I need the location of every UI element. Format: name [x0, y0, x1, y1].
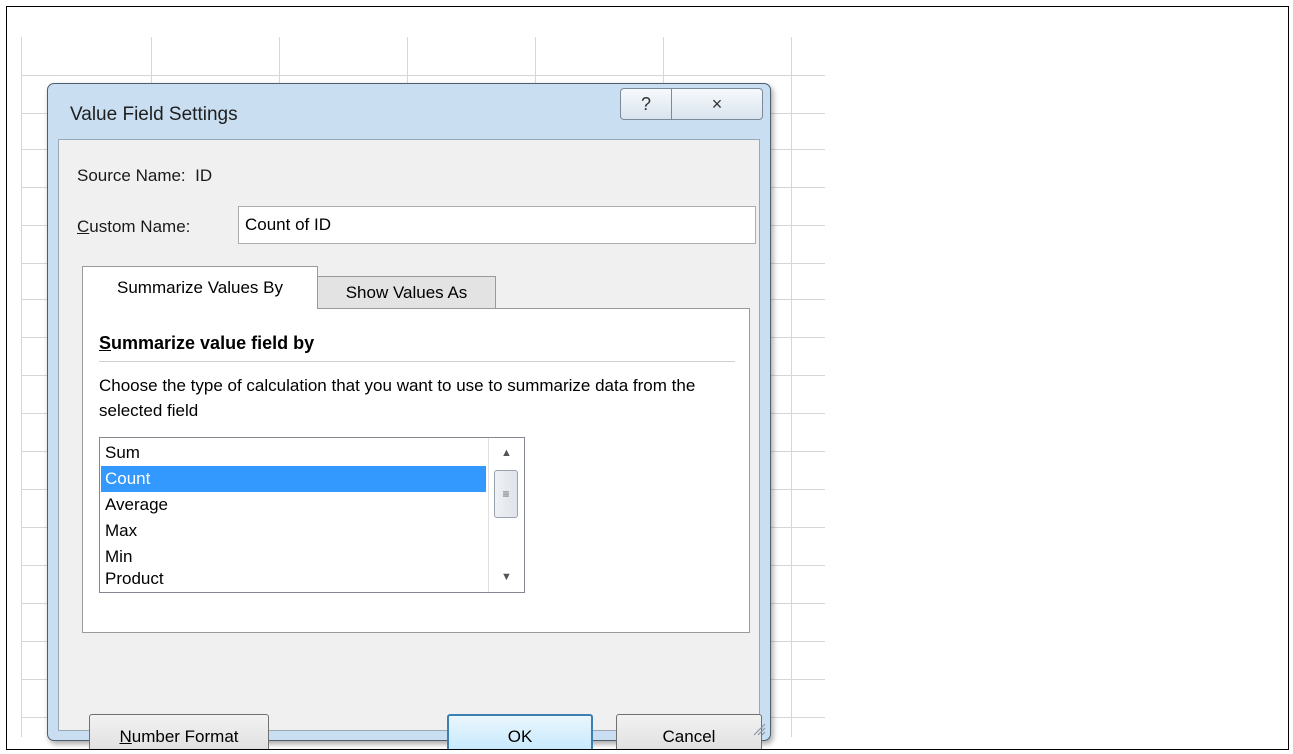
cancel-button[interactable]: Cancel	[616, 714, 762, 749]
list-item-product[interactable]: Product	[101, 566, 486, 592]
number-format-button[interactable]: Number Format	[89, 714, 269, 749]
calculation-listbox[interactable]: Sum Count Average Max Min Product ▲ ≡ ▼	[99, 437, 525, 593]
ok-button[interactable]: OK	[447, 714, 593, 749]
source-name-row: Source Name: ID	[77, 166, 212, 186]
dialog-title: Value Field Settings	[70, 104, 238, 125]
close-icon: ×	[711, 93, 723, 114]
source-name-label: Source Name:	[77, 166, 186, 185]
section-divider	[99, 361, 735, 362]
list-item-average[interactable]: Average	[101, 492, 486, 518]
resize-grip-icon[interactable]	[752, 722, 766, 736]
dialog-body: Source Name: ID Custom Name: Summarize V…	[58, 139, 762, 749]
scroll-up-icon[interactable]: ▲	[489, 440, 524, 466]
list-item-max[interactable]: Max	[101, 518, 486, 544]
scroll-thumb[interactable]: ≡	[494, 470, 518, 518]
scroll-down-icon[interactable]: ▼	[489, 564, 524, 590]
help-icon: ?	[640, 93, 651, 114]
listbox-scrollbar[interactable]: ▲ ≡ ▼	[488, 438, 524, 592]
source-name-value: ID	[195, 166, 213, 185]
tab-show-values-as[interactable]: Show Values As	[317, 276, 496, 309]
custom-name-input[interactable]	[238, 206, 756, 244]
tab-summarize-values-by[interactable]: Summarize Values By	[82, 266, 318, 309]
screenshot-frame: Value Field Settings ? × Source Name: ID…	[6, 6, 1289, 750]
close-button[interactable]: ×	[671, 88, 763, 120]
summarize-tab-panel: Summarize value field by Choose the type…	[82, 308, 750, 633]
section-description: Choose the type of calculation that you …	[99, 376, 696, 420]
value-field-settings-dialog: Value Field Settings ? × Source Name: ID…	[47, 83, 771, 749]
list-item-sum[interactable]: Sum	[101, 440, 486, 466]
custom-name-label: Custom Name:	[77, 217, 191, 236]
list-item-count[interactable]: Count	[101, 466, 486, 492]
help-button[interactable]: ?	[620, 88, 672, 120]
section-title: Summarize value field by	[99, 333, 315, 353]
